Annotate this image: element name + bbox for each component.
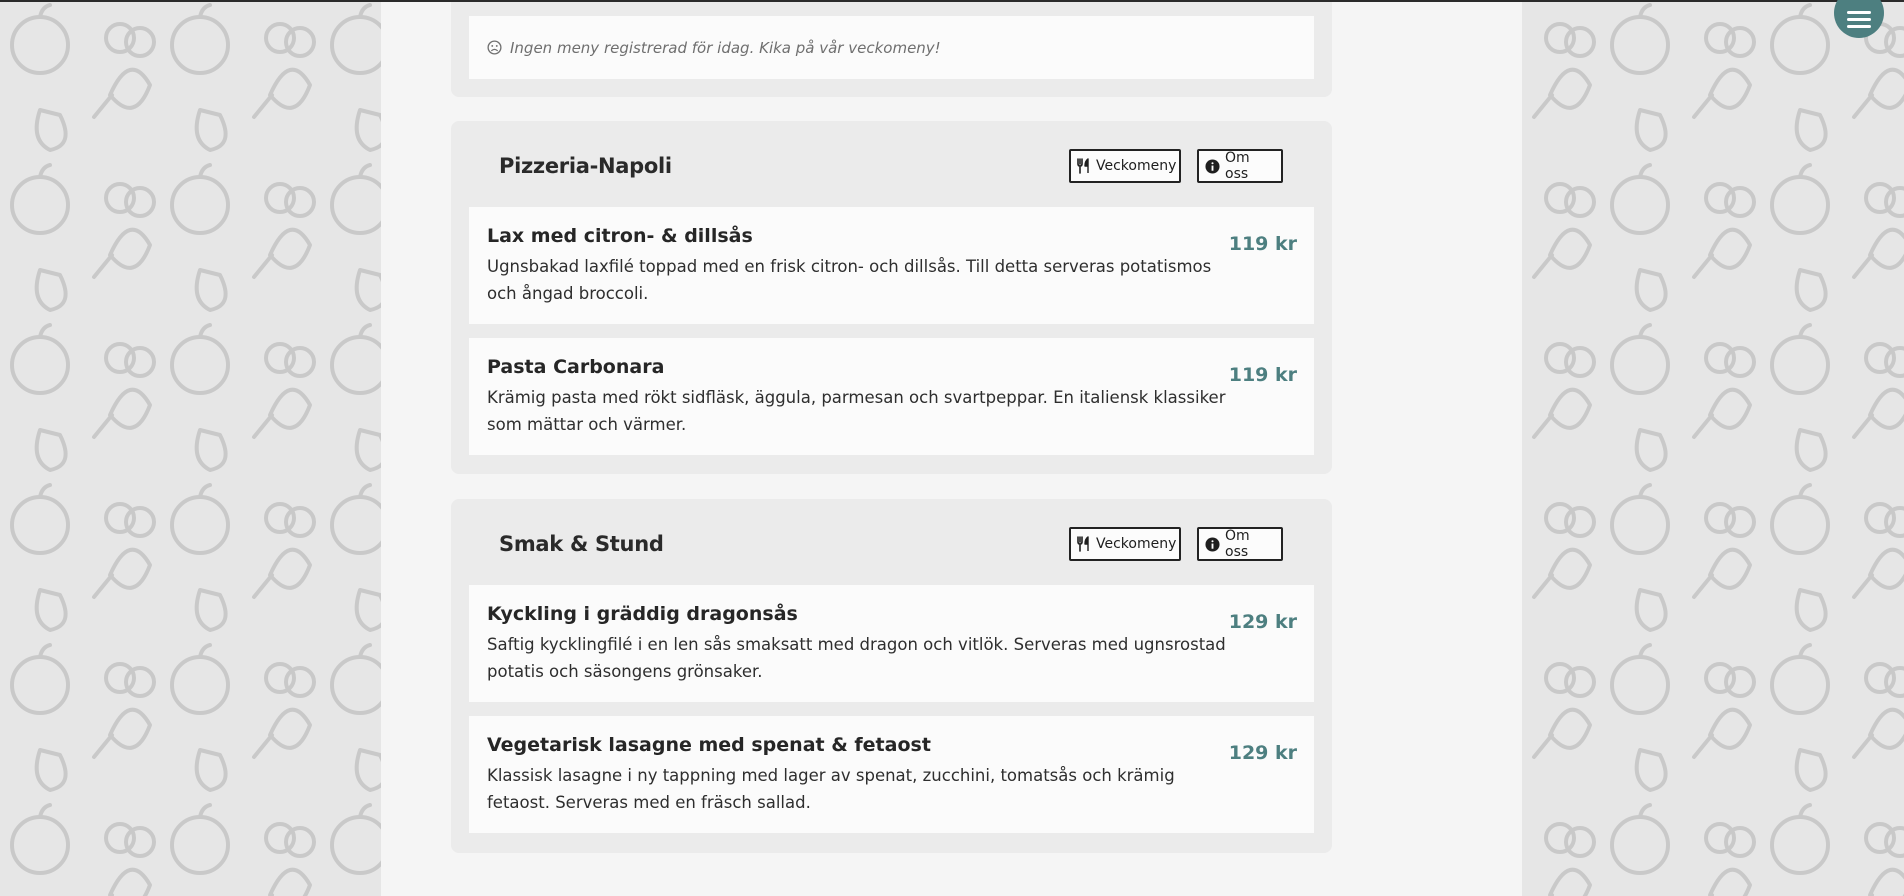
restaurant-header: Smak & Stund Veckomeny Om oss <box>451 499 1332 585</box>
dish-description: Ugnsbakad laxfilé toppad med en frisk ci… <box>487 257 1212 303</box>
restaurant-card: Pizzeria-Napoli Veckomeny Om oss Lax med… <box>451 121 1332 474</box>
no-menu-text: Ingen meny registrerad för idag. Kika på… <box>510 38 941 57</box>
dish-price: 119 kr <box>1228 364 1297 386</box>
top-border <box>0 0 1904 2</box>
about-button[interactable]: Om oss <box>1197 527 1283 561</box>
dish-description: Krämig pasta med rökt sidfläsk, äggula, … <box>487 388 1226 434</box>
weekly-menu-label: Veckomeny <box>1096 158 1177 174</box>
utensils-icon <box>1077 158 1091 174</box>
no-menu-notice: Ingen meny registrerad för idag. Kika på… <box>469 16 1314 79</box>
about-label: Om oss <box>1225 150 1250 182</box>
restaurant-name: Smak & Stund <box>499 532 664 556</box>
dish-name: Kyckling i gräddig dragonsås <box>487 603 798 625</box>
dish-item: Pasta Carbonara Krämig pasta med rökt si… <box>469 338 1314 455</box>
dish-name: Lax med citron- & dillsås <box>487 225 753 247</box>
weekly-menu-button[interactable]: Veckomeny <box>1069 527 1181 561</box>
dish-price: 129 kr <box>1228 742 1297 764</box>
dish-description: Saftig kycklingfilé i en len sås smaksat… <box>487 635 1226 681</box>
hamburger-icon <box>1847 11 1871 28</box>
dish-price: 119 kr <box>1228 233 1297 255</box>
weekly-menu-label: Veckomeny <box>1096 536 1177 552</box>
dish-price: 129 kr <box>1228 611 1297 633</box>
restaurant-name: Pizzeria-Napoli <box>499 154 672 178</box>
about-label: Om oss <box>1225 528 1250 560</box>
restaurant-card: Smak & Stund Veckomeny Om oss Kyckling i… <box>451 499 1332 853</box>
dish-name: Vegetarisk lasagne med spenat & fetaost <box>487 734 931 756</box>
dish-item: Lax med citron- & dillsås Ugnsbakad laxf… <box>469 207 1314 324</box>
info-circle-icon <box>1205 158 1220 174</box>
info-circle-icon <box>1205 536 1220 552</box>
utensils-icon <box>1077 536 1091 552</box>
weekly-menu-button[interactable]: Veckomeny <box>1069 149 1181 183</box>
frown-icon <box>487 40 502 55</box>
restaurant-header: Pizzeria-Napoli Veckomeny Om oss <box>451 121 1332 207</box>
dish-item: Vegetarisk lasagne med spenat & fetaost … <box>469 716 1314 833</box>
about-button[interactable]: Om oss <box>1197 149 1283 183</box>
dish-name: Pasta Carbonara <box>487 356 665 378</box>
dish-description: Klassisk lasagne i ny tappning med lager… <box>487 766 1175 812</box>
dish-item: Kyckling i gräddig dragonsås Saftig kyck… <box>469 585 1314 702</box>
main-content: Ingen meny registrerad för idag. Kika på… <box>381 0 1522 896</box>
restaurant-card-top: Ingen meny registrerad för idag. Kika på… <box>451 0 1332 97</box>
